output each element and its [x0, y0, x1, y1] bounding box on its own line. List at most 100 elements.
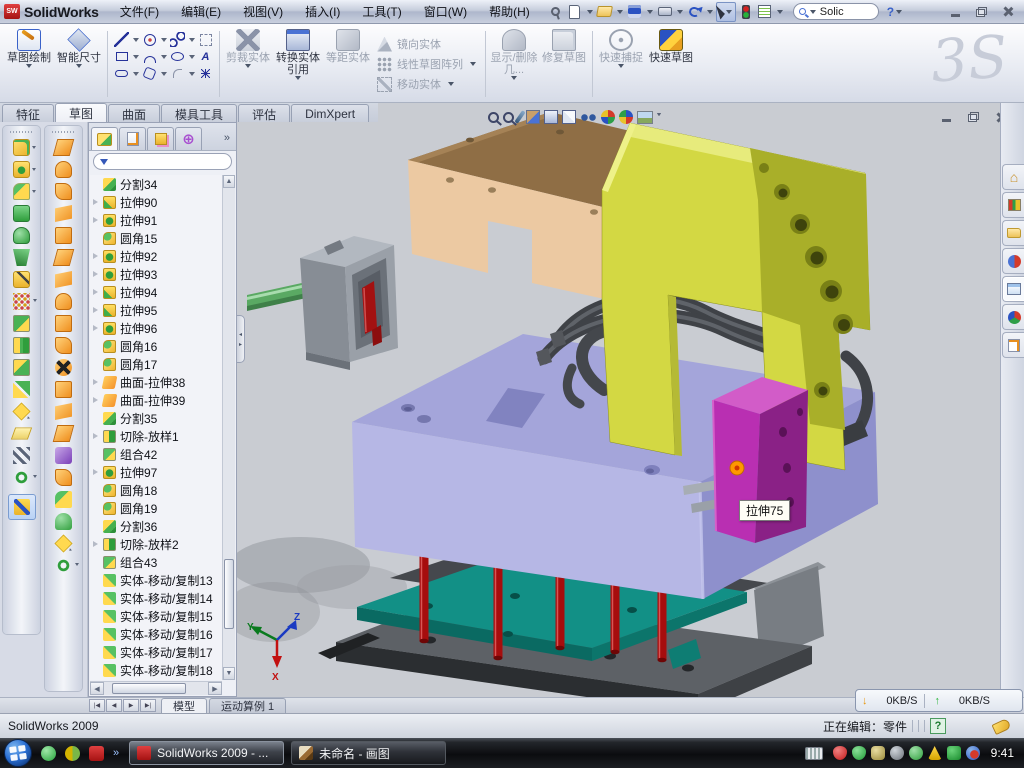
commandmanager-tab[interactable]: DimXpert	[291, 104, 369, 122]
revolved-boss-icon[interactable]	[13, 227, 30, 244]
offset-entities-button[interactable]: 等距实体	[323, 27, 373, 101]
open-icon[interactable]	[596, 2, 614, 22]
view-palette-tab[interactable]	[1002, 276, 1024, 302]
expand-arrow[interactable]	[93, 289, 102, 295]
tree-item[interactable]: 圆角16	[90, 337, 222, 355]
expand-arrow[interactable]	[93, 379, 102, 385]
tree-item[interactable]: 切除-放样2	[90, 535, 222, 553]
toolbar-drag-handle[interactable]	[52, 129, 75, 134]
design-library-tab[interactable]	[1002, 192, 1024, 218]
circle-dropdown[interactable]	[161, 38, 167, 42]
dimxpertmanager-tab[interactable]: ⊕	[175, 127, 202, 150]
boundary-surface-icon[interactable]	[53, 249, 75, 266]
scrollbar-thumb[interactable]	[112, 683, 186, 694]
menu-item[interactable]: 帮助(H)	[478, 1, 541, 22]
start-button[interactable]	[3, 738, 33, 768]
tree-item[interactable]: 圆角17	[90, 355, 222, 373]
delete-face-icon[interactable]	[55, 359, 72, 376]
menu-item[interactable]: 窗口(W)	[413, 1, 478, 22]
linear-sketch-pattern-button[interactable]: 线性草图阵列	[377, 56, 478, 73]
tree-item[interactable]: 实体-移动/复制15	[90, 607, 222, 625]
messenger-status-icon[interactable]	[966, 746, 980, 760]
reference-point-icon[interactable]	[12, 402, 30, 420]
tree-item[interactable]: 实体-移动/复制14	[90, 589, 222, 607]
document-tab[interactable]: 模型	[161, 698, 207, 713]
sketch-fillet-icon[interactable]	[173, 69, 182, 78]
hole-wizard-icon[interactable]	[13, 271, 30, 288]
featuremanager-tab[interactable]	[91, 127, 118, 150]
expand-arrow[interactable]	[93, 397, 102, 403]
certificate-icon[interactable]	[871, 746, 885, 760]
display-delete-relations-button[interactable]: 显示/删除几...	[489, 27, 539, 101]
revolved-cut-icon[interactable]	[13, 249, 30, 266]
ellipse-icon[interactable]	[171, 52, 184, 61]
tree-item[interactable]: 实体-移动/复制13	[90, 571, 222, 589]
revolved-surface-icon[interactable]	[55, 161, 72, 178]
volume-icon[interactable]	[890, 746, 904, 760]
move-copy-body-icon[interactable]	[13, 381, 30, 398]
propertymanager-tab[interactable]	[119, 127, 146, 150]
rapid-sketch-button[interactable]: 快速草图	[646, 27, 696, 101]
polygon-icon[interactable]	[142, 66, 156, 80]
lofted-surface-icon[interactable]	[55, 227, 72, 244]
taskbar-window-button[interactable]: 未命名 - 画图	[291, 741, 446, 765]
scroll-up-icon[interactable]: ▲	[223, 175, 235, 188]
convert-entities-button[interactable]: 转换实体引用	[273, 27, 323, 101]
close-button[interactable]	[998, 4, 1016, 20]
trim-entities-button[interactable]: 剪裁实体	[223, 27, 273, 101]
select-tool-icon[interactable]	[716, 2, 736, 22]
tree-item[interactable]: 拉伸94	[90, 283, 222, 301]
tree-item[interactable]: 拉伸90	[90, 193, 222, 211]
commandmanager-tab[interactable]: 评估	[238, 104, 290, 122]
tree-item[interactable]: 实体-移动/复制18	[90, 661, 222, 679]
taskbar-window-button[interactable]: SolidWorks 2009 - ...	[129, 741, 284, 765]
graphics-viewport[interactable]: Y Z X 拉伸75 ◂▸	[237, 103, 1000, 697]
extend-surface-icon[interactable]	[53, 425, 75, 442]
expand-arrow[interactable]	[93, 325, 102, 331]
menu-item[interactable]: 编辑(E)	[170, 1, 232, 22]
doc-restore-button[interactable]	[964, 110, 982, 124]
split-icon[interactable]	[13, 337, 30, 354]
tab-nav-button[interactable]: ▶|	[140, 699, 156, 712]
line-dropdown[interactable]	[133, 38, 139, 42]
tree-horizontal-scrollbar[interactable]: ◀ ▶	[90, 681, 222, 695]
tree-item[interactable]: 曲面-拉伸38	[90, 373, 222, 391]
commandmanager-tab[interactable]: 曲面	[108, 104, 160, 122]
messenger-icon[interactable]	[41, 746, 56, 761]
mirror-entities-button[interactable]: 镜向实体	[377, 36, 478, 53]
home-tab[interactable]: ⌂	[1002, 164, 1024, 190]
security-center-icon[interactable]	[65, 746, 80, 761]
selection-filter-icon[interactable]	[737, 2, 755, 22]
helix-curve-icon[interactable]	[13, 469, 30, 486]
search-dropdown-icon[interactable]	[810, 10, 816, 14]
custom-properties-tab[interactable]	[1002, 332, 1024, 358]
freeform-surface-icon[interactable]	[55, 293, 72, 310]
expand-arrow[interactable]	[93, 271, 102, 277]
save-icon[interactable]	[626, 2, 644, 22]
circle-icon[interactable]	[144, 34, 156, 46]
new-document-icon[interactable]	[566, 2, 584, 22]
tab-nav-button[interactable]: ◀	[106, 699, 122, 712]
expand-arrow[interactable]	[93, 217, 102, 223]
menu-item[interactable]: 工具(T)	[351, 1, 412, 22]
undo-icon[interactable]	[686, 2, 704, 22]
tree-item[interactable]: 圆角18	[90, 481, 222, 499]
panel-overflow-chevron[interactable]: »	[224, 132, 230, 144]
tree-vertical-scrollbar[interactable]: ▲ ▼	[222, 175, 235, 680]
rectangle-dropdown[interactable]	[133, 55, 139, 59]
slot-icon[interactable]	[115, 70, 128, 77]
extruded-surface-icon[interactable]	[55, 183, 72, 200]
replace-face-icon[interactable]	[55, 381, 72, 398]
sketch-text-icon[interactable]: A	[198, 49, 213, 64]
tab-nav-button[interactable]: |◀	[89, 699, 105, 712]
offset-surface-icon[interactable]	[55, 315, 72, 332]
commandmanager-tab[interactable]: 草图	[55, 103, 107, 122]
tree-item[interactable]: 拉伸91	[90, 211, 222, 229]
trim-surface-icon[interactable]	[55, 447, 72, 464]
surface-helix-icon[interactable]	[55, 557, 72, 574]
fillet-icon[interactable]	[13, 183, 30, 200]
antivirus-icon[interactable]	[833, 746, 847, 760]
knit-surface-icon[interactable]	[55, 491, 72, 508]
combine-icon[interactable]	[13, 315, 30, 332]
scroll-right-icon[interactable]: ▶	[208, 682, 222, 695]
